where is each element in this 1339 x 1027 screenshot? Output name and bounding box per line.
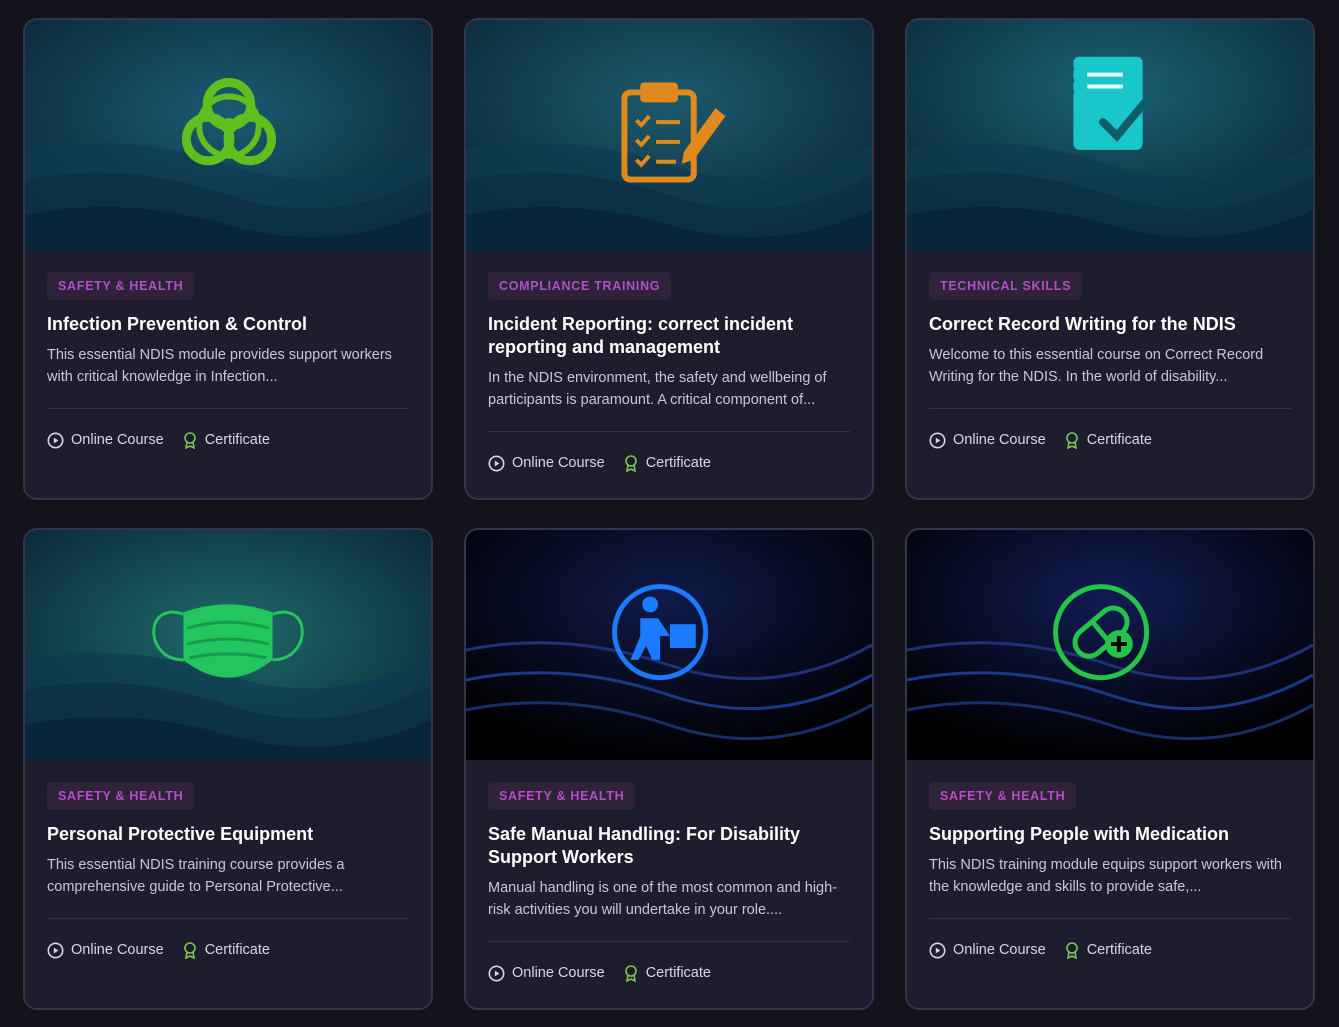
- course-grid: SAFETY & HEALTH Infection Prevention & C…: [0, 0, 1339, 1027]
- category-tag[interactable]: TECHNICAL SKILLS: [929, 272, 1083, 300]
- course-card[interactable]: TECHNICAL SKILLS Correct Record Writing …: [905, 18, 1315, 500]
- play-circle-icon: [47, 942, 64, 958]
- course-description: This NDIS training module equips support…: [929, 857, 1282, 895]
- course-meta: Online Course Certificate: [929, 919, 1291, 981]
- course-card[interactable]: SAFETY & HEALTH Infection Prevention & C…: [23, 18, 433, 500]
- course-description: This essential NDIS module provides supp…: [47, 347, 392, 385]
- course-card[interactable]: COMPLIANCE TRAINING Incident Reporting: …: [464, 18, 874, 500]
- credential-info: Certificate: [623, 454, 711, 472]
- credential-info: Certificate: [623, 964, 711, 982]
- award-icon: [1065, 942, 1078, 959]
- award-icon: [183, 942, 196, 959]
- course-title[interactable]: Correct Record Writing for the NDIS: [929, 313, 1291, 336]
- course-description: Manual handling is one of the most commo…: [488, 880, 838, 918]
- format-info: Online Course: [488, 965, 605, 982]
- credential-label: Certificate: [645, 455, 711, 471]
- person-lifting-box-icon: [612, 584, 709, 681]
- play-circle-icon: [488, 965, 505, 981]
- credential-info: Certificate: [1064, 941, 1152, 959]
- notebook-check-icon: [1068, 56, 1151, 150]
- credential-label: Certificate: [1086, 942, 1152, 958]
- course-meta: Online Course Certificate: [929, 409, 1291, 471]
- course-thumbnail: [25, 530, 431, 760]
- course-meta: Online Course Certificate: [488, 432, 850, 494]
- award-icon: [1065, 432, 1078, 449]
- credential-info: Certificate: [182, 941, 270, 959]
- category-tag[interactable]: SAFETY & HEALTH: [929, 782, 1077, 810]
- credential-label: Certificate: [204, 942, 270, 958]
- play-circle-icon: [929, 942, 946, 958]
- award-icon: [624, 455, 637, 472]
- format-label: Online Course: [512, 965, 605, 981]
- course-description: In the NDIS environment, the safety and …: [488, 370, 827, 408]
- award-icon: [183, 432, 196, 449]
- pill-plus-icon: [1053, 584, 1150, 681]
- category-tag[interactable]: COMPLIANCE TRAINING: [488, 272, 672, 300]
- course-thumbnail: [466, 530, 872, 760]
- credential-label: Certificate: [645, 965, 711, 981]
- course-thumbnail: [25, 20, 431, 250]
- format-info: Online Course: [488, 455, 605, 472]
- face-mask-icon: [152, 604, 304, 678]
- format-info: Online Course: [929, 432, 1046, 449]
- format-label: Online Course: [71, 432, 164, 448]
- credential-label: Certificate: [1086, 432, 1152, 448]
- course-title[interactable]: Supporting People with Medication: [929, 823, 1291, 846]
- format-label: Online Course: [71, 942, 164, 958]
- category-tag[interactable]: SAFETY & HEALTH: [47, 782, 195, 810]
- format-info: Online Course: [929, 942, 1046, 959]
- category-tag[interactable]: SAFETY & HEALTH: [47, 272, 195, 300]
- course-title[interactable]: Infection Prevention & Control: [47, 313, 409, 336]
- credential-label: Certificate: [204, 432, 270, 448]
- biohazard-icon: [181, 78, 277, 166]
- course-description: This essential NDIS training course prov…: [47, 857, 345, 895]
- format-label: Online Course: [953, 942, 1046, 958]
- course-card[interactable]: SAFETY & HEALTH Personal Protective Equi…: [23, 528, 433, 1010]
- course-card[interactable]: SAFETY & HEALTH Supporting People with M…: [905, 528, 1315, 1010]
- category-tag[interactable]: SAFETY & HEALTH: [488, 782, 636, 810]
- course-description: Welcome to this essential course on Corr…: [929, 347, 1264, 385]
- play-circle-icon: [47, 432, 64, 448]
- clipboard-checklist-icon: [621, 82, 726, 183]
- play-circle-icon: [929, 432, 946, 448]
- course-meta: Online Course Certificate: [47, 409, 409, 471]
- format-info: Online Course: [47, 942, 164, 959]
- course-meta: Online Course Certificate: [488, 942, 850, 1004]
- course-thumbnail: [907, 530, 1313, 760]
- credential-info: Certificate: [1064, 431, 1152, 449]
- award-icon: [624, 965, 637, 982]
- play-circle-icon: [488, 455, 505, 471]
- course-card[interactable]: SAFETY & HEALTH Safe Manual Handling: Fo…: [464, 528, 874, 1010]
- course-title[interactable]: Safe Manual Handling: For Disability Sup…: [488, 823, 850, 869]
- course-title[interactable]: Personal Protective Equipment: [47, 823, 409, 846]
- course-meta: Online Course Certificate: [47, 919, 409, 981]
- format-info: Online Course: [47, 432, 164, 449]
- course-title[interactable]: Incident Reporting: correct incident rep…: [488, 313, 850, 359]
- course-thumbnail: [466, 20, 872, 250]
- credential-info: Certificate: [182, 431, 270, 449]
- format-label: Online Course: [512, 455, 605, 471]
- format-label: Online Course: [953, 432, 1046, 448]
- course-thumbnail: [907, 20, 1313, 250]
